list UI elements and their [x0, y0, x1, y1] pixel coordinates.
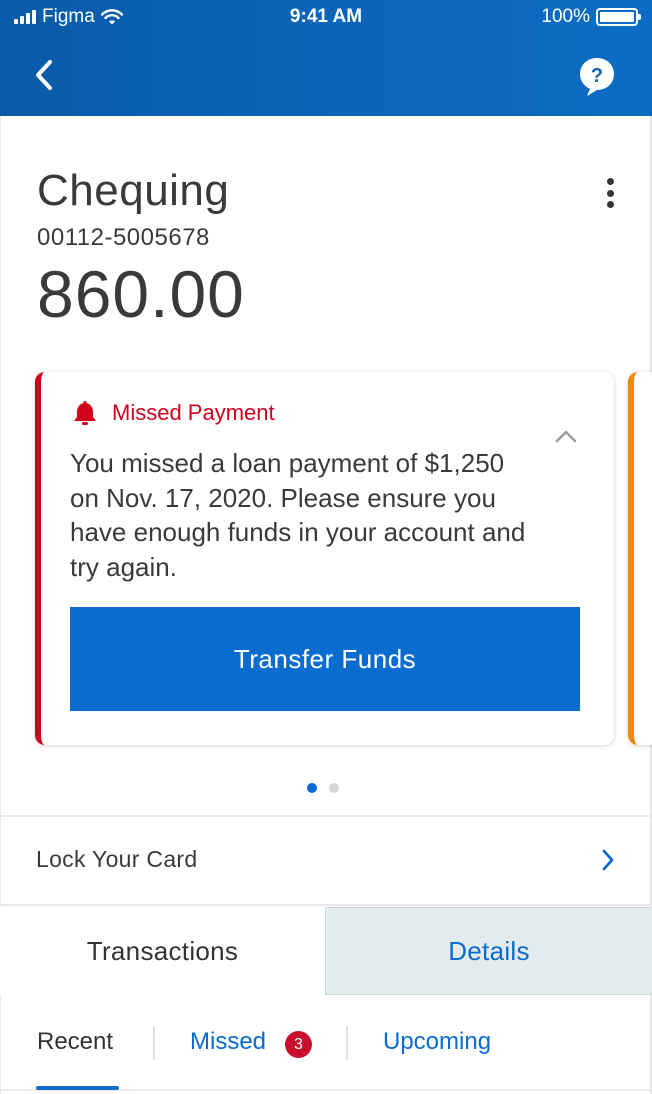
battery-icon: [596, 8, 641, 26]
chevron-left-icon[interactable]: [30, 58, 60, 92]
top-bar: Figma 9:41 AM 100% ?: [0, 0, 652, 116]
divider: [0, 904, 652, 906]
chevron-right-icon[interactable]: [600, 848, 616, 872]
carousel-dots: [307, 783, 339, 793]
status-right: 100%: [541, 6, 641, 28]
transfer-funds-button[interactable]: Transfer Funds: [70, 607, 580, 711]
missed-count-badge: 3: [285, 1031, 312, 1058]
subtab-upcoming[interactable]: Upcoming: [383, 1028, 491, 1056]
account-number: 00112-5005678: [37, 224, 210, 251]
help-bubble-icon[interactable]: ?: [578, 56, 616, 98]
alert-body: You missed a loan payment of $1,250 on N…: [70, 448, 526, 582]
next-alert-card-peek[interactable]: [628, 372, 652, 745]
account-name: Chequing: [37, 166, 230, 215]
subtab-recent[interactable]: Recent: [37, 1028, 113, 1056]
tab-details[interactable]: Details: [325, 907, 652, 995]
more-options-icon[interactable]: [604, 178, 616, 208]
status-bar: Figma 9:41 AM 100%: [0, 0, 652, 34]
chevron-up-icon[interactable]: [552, 426, 580, 446]
alert-title: Missed Payment: [112, 400, 275, 425]
svg-text:?: ?: [591, 65, 603, 87]
lock-card-label: Lock Your Card: [36, 846, 198, 872]
battery-label: 100%: [541, 6, 590, 27]
subtab-separator: [346, 1026, 348, 1060]
account-balance: 860.00: [37, 257, 245, 331]
tab-transactions[interactable]: Transactions: [0, 907, 325, 995]
carousel-dot[interactable]: [329, 783, 339, 793]
subtab-active-indicator: [36, 1086, 119, 1090]
bell-alert-icon: [74, 401, 96, 425]
subtab-missed[interactable]: Missed: [190, 1028, 266, 1056]
carousel-dot-active[interactable]: [307, 783, 317, 793]
subtab-separator: [153, 1026, 155, 1060]
